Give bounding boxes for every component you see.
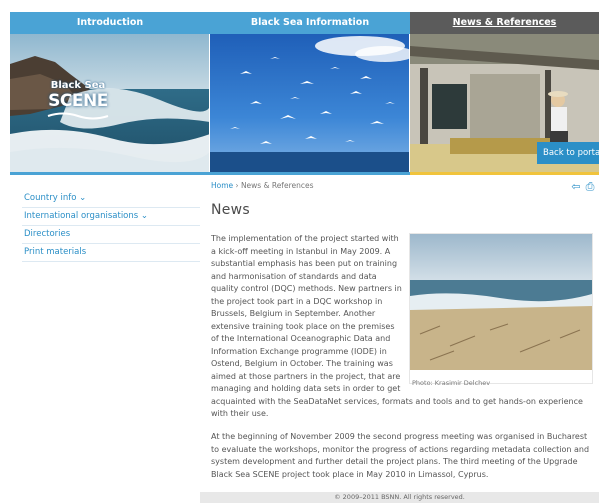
sidebar-item-label: International organisations [24, 211, 139, 221]
banner-photo-fisherman: Back to portal [410, 34, 599, 173]
news-paragraph-2: At the beginning of November 2009 the se… [211, 432, 590, 479]
sidebar-item-directories[interactable]: Directories [22, 226, 200, 244]
news-paragraph-1: Photo: Krasimir Delchev The implementati… [211, 233, 593, 421]
header-banner: Black Sea SCENE Back to portal [10, 34, 599, 173]
tab-black-sea-information[interactable]: Black Sea Information [210, 12, 410, 34]
logo-top-text: Black Sea [50, 80, 106, 91]
back-to-portal-button[interactable]: Back to portal [537, 142, 599, 164]
stripe-segment-3 [410, 172, 599, 175]
stripe-segment-1 [10, 172, 210, 175]
sidebar-item-label: Print materials [24, 247, 87, 257]
sidebar-item-label: Country info [24, 193, 77, 203]
tab-introduction[interactable]: Introduction [10, 12, 210, 34]
top-navigation: Introduction Black Sea Information News … [10, 12, 599, 34]
stripe-segment-2 [210, 172, 410, 175]
beach-photo [410, 234, 592, 370]
chevron-down-icon: ⌄ [140, 211, 149, 221]
back-arrow-icon[interactable]: ⇦ [570, 181, 582, 193]
seagulls-image [210, 34, 409, 173]
sidebar-item-international-organisations[interactable]: International organisations ⌄ [22, 208, 200, 226]
tab-news-references[interactable]: News & References [410, 12, 599, 34]
black-sea-scene-logo: Black Sea SCENE [38, 80, 118, 123]
logo-main-text: SCENE [48, 91, 108, 111]
sidebar-item-print-materials[interactable]: Print materials [22, 244, 200, 262]
banner-photo-waves: Black Sea SCENE [10, 34, 210, 173]
breadcrumb-separator: › [233, 181, 241, 190]
breadcrumb: Home › News & References [211, 181, 314, 190]
banner-photo-seagulls [210, 34, 410, 173]
news-photo-figure: Photo: Krasimir Delchev [409, 233, 593, 387]
photo-caption: Photo: Krasimir Delchev [412, 378, 491, 387]
chevron-down-icon: ⌄ [79, 193, 87, 203]
breadcrumb-current: News & References [240, 181, 314, 190]
logo-wave-icon [47, 112, 109, 120]
footer: © 2009–2011 BSNN. All rights reserved. [200, 492, 599, 503]
sidebar-item-country-info[interactable]: Country info ⌄ [22, 190, 200, 208]
breadcrumb-home-link[interactable]: Home [211, 181, 233, 190]
banner-stripe [10, 172, 599, 175]
print-icon[interactable]: ⎙ [584, 181, 596, 193]
page-title: News [211, 202, 251, 218]
page-tools: ⇦ ⎙ [570, 181, 596, 193]
sidebar-menu: Country info ⌄ International organisatio… [22, 190, 200, 262]
sidebar-item-label: Directories [24, 229, 71, 239]
